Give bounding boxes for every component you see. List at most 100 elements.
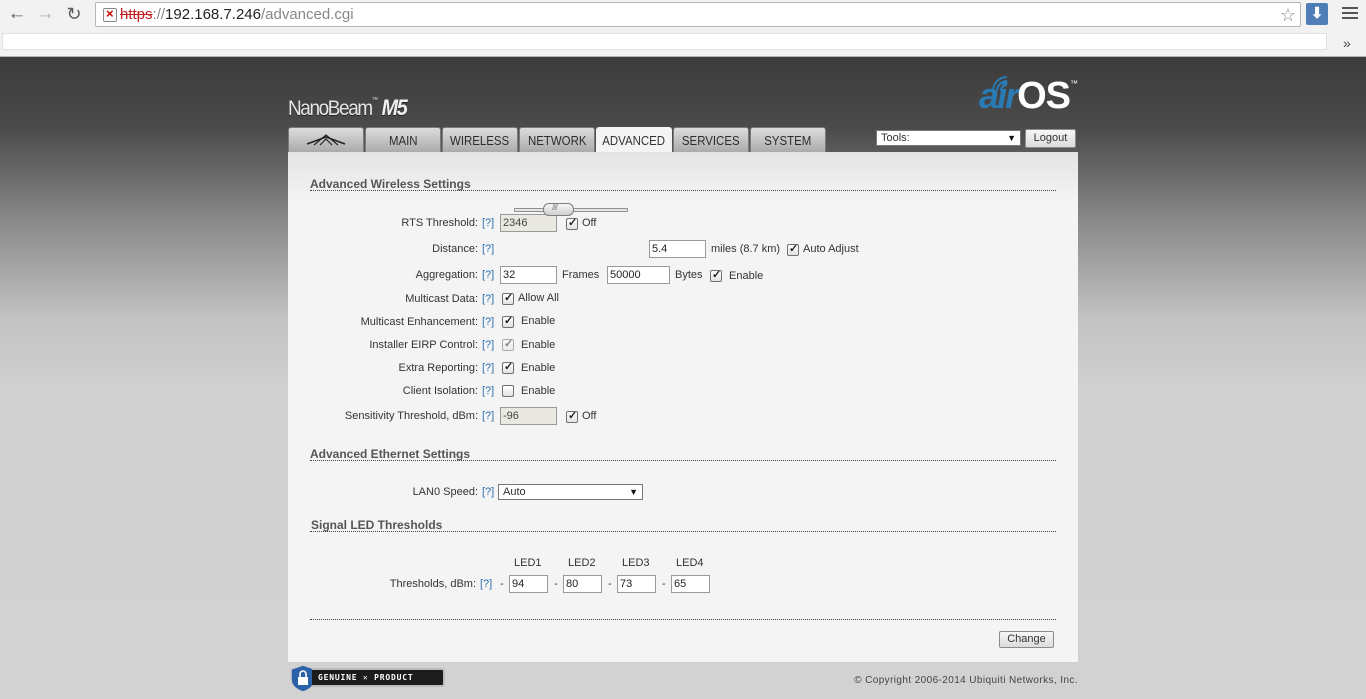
airos-logo: airOS™ [979, 75, 1078, 119]
distance-help-link[interactable]: [?] [482, 243, 494, 255]
aggregation-frames-input[interactable] [500, 266, 557, 284]
tab-advanced-label: ADVANCED [602, 133, 666, 148]
led1-threshold-input[interactable] [509, 575, 548, 593]
led4-header: LED4 [676, 557, 704, 569]
multicast-enhancement-enable-label: Enable [521, 315, 556, 327]
extra-reporting-checkbox[interactable] [502, 360, 514, 374]
bytes-label: Bytes [675, 269, 703, 281]
url-path: /advanced.cgi [260, 6, 354, 23]
logout-button[interactable]: Logout [1025, 129, 1076, 148]
led-section-divider [310, 531, 1056, 532]
address-url[interactable]: https://192.168.7.246/advanced.cgi [120, 6, 354, 23]
auto-adjust-checkbox[interactable] [787, 242, 799, 256]
bookmarks-bar [2, 33, 1327, 50]
multicast-enhancement-help-link[interactable]: [?] [482, 316, 494, 328]
led1-header: LED1 [514, 557, 542, 569]
led4-threshold-input[interactable] [671, 575, 710, 593]
tab-wireless[interactable]: WIRELESS [442, 127, 518, 153]
content-panel: Advanced Wireless Settings RTS Threshold… [288, 152, 1078, 662]
tab-system[interactable]: SYSTEM [750, 127, 826, 153]
sensitivity-threshold-label: Sensitivity Threshold, dBm: [344, 410, 478, 422]
genuine-product-text: GENUINE ✕ PRODUCT [312, 668, 445, 687]
bookmark-star-icon[interactable]: ☆ [1280, 5, 1296, 26]
distance-slider-thumb[interactable] [543, 203, 575, 216]
led3-header: LED3 [622, 557, 650, 569]
reload-icon[interactable]: ↻ [63, 3, 85, 25]
threshold-dash: - [554, 578, 558, 590]
change-button[interactable]: Change [999, 631, 1054, 648]
product-name: NanoBeam™ M5 [288, 95, 408, 121]
installer-eirp-checkbox[interactable] [502, 337, 514, 351]
tab-main-label: MAIN [388, 133, 418, 148]
page-background: NanoBeam™ M5 airOS™ MAIN WIRELESS NETWORK [0, 57, 1366, 699]
copyright-text: © Copyright 2006-2014 Ubiquiti Networks,… [854, 675, 1078, 686]
client-isolation-help-link[interactable]: [?] [482, 385, 494, 397]
tab-wireless-label: WIRELESS [450, 133, 510, 148]
insecure-lock-icon[interactable] [103, 6, 117, 22]
bookmarks-overflow-icon[interactable]: » [1343, 35, 1351, 51]
aggregation-bytes-input[interactable] [607, 266, 670, 284]
ethernet-section-title: Advanced Ethernet Settings [310, 447, 471, 461]
wireless-section-title: Advanced Wireless Settings [310, 177, 471, 191]
rts-help-link[interactable]: [?] [482, 217, 494, 229]
lan0-speed-label: LAN0 Speed: [412, 486, 478, 498]
sensitivity-off-label: Off [582, 410, 597, 422]
thresholds-label: Thresholds, dBm: [389, 578, 476, 590]
installer-eirp-help-link[interactable]: [?] [482, 339, 494, 351]
tools-dropdown[interactable]: Tools: [876, 130, 1021, 146]
multicast-data-label: Multicast Data: [405, 293, 478, 305]
signal-wave-icon [992, 76, 1008, 92]
installer-eirp-enable-label: Enable [521, 339, 556, 351]
lan0-speed-help-link[interactable]: [?] [482, 486, 494, 498]
wireless-section-divider [310, 190, 1056, 191]
url-separator: :// [152, 6, 166, 23]
multicast-help-link[interactable]: [?] [482, 293, 494, 305]
led3-threshold-input[interactable] [617, 575, 656, 593]
distance-input[interactable] [649, 240, 706, 258]
ubiquiti-logo-icon [306, 134, 346, 146]
extra-reporting-enable-label: Enable [521, 362, 556, 374]
sensitivity-off-checkbox[interactable] [566, 409, 578, 423]
rts-threshold-label: RTS Threshold: [401, 217, 478, 229]
address-bar[interactable]: https://192.168.7.246/advanced.cgi ☆ [95, 2, 1301, 27]
tab-services[interactable]: SERVICES [673, 127, 749, 153]
led2-threshold-input[interactable] [563, 575, 602, 593]
lan0-speed-select[interactable]: Auto [498, 484, 643, 500]
rts-threshold-input[interactable] [500, 214, 557, 232]
multicast-allow-all-checkbox[interactable] [502, 291, 514, 305]
genuine-product-badge: GENUINE ✕ PRODUCT [288, 662, 445, 693]
client-isolation-label: Client Isolation: [402, 385, 478, 397]
led-section-title: Signal LED Thresholds [311, 518, 443, 532]
installer-eirp-label: Installer EIRP Control: [369, 339, 478, 351]
tab-main[interactable]: MAIN [365, 127, 441, 153]
aggregation-help-link[interactable]: [?] [482, 269, 494, 281]
tab-home-logo[interactable] [288, 127, 364, 153]
product-name-text: NanoBeam [288, 97, 373, 120]
tab-network-label: NETWORK [527, 133, 587, 148]
distance-label: Distance: [432, 243, 478, 255]
led2-header: LED2 [568, 557, 596, 569]
sensitivity-threshold-input[interactable] [500, 407, 557, 425]
forward-icon[interactable]: → [34, 3, 56, 25]
logo-tm: ™ [1070, 79, 1078, 88]
footer-divider [310, 619, 1056, 620]
tab-network[interactable]: NETWORK [519, 127, 595, 153]
download-icon[interactable]: ⬇ [1306, 3, 1328, 25]
aggregation-label: Aggregation: [415, 269, 478, 281]
sensitivity-help-link[interactable]: [?] [482, 410, 494, 422]
browser-toolbar: ← → ↻ https://192.168.7.246/advanced.cgi… [0, 0, 1366, 57]
ethernet-section-divider [310, 460, 1056, 461]
client-isolation-checkbox[interactable] [502, 385, 514, 397]
browser-menu-icon[interactable] [1340, 4, 1360, 24]
frames-label: Frames [562, 269, 600, 281]
tab-advanced[interactable]: ADVANCED [596, 127, 672, 154]
multicast-enhancement-label: Multicast Enhancement: [360, 316, 478, 328]
extra-reporting-help-link[interactable]: [?] [482, 362, 494, 374]
back-icon[interactable]: ← [6, 3, 28, 25]
rts-off-checkbox[interactable] [566, 216, 578, 230]
airos-container: NanoBeam™ M5 airOS™ MAIN WIRELESS NETWORK [288, 57, 1078, 699]
product-model: M5 [381, 95, 408, 120]
aggregation-enable-checkbox[interactable] [710, 268, 722, 282]
thresholds-help-link[interactable]: [?] [480, 578, 492, 590]
multicast-enhancement-checkbox[interactable] [502, 314, 514, 328]
